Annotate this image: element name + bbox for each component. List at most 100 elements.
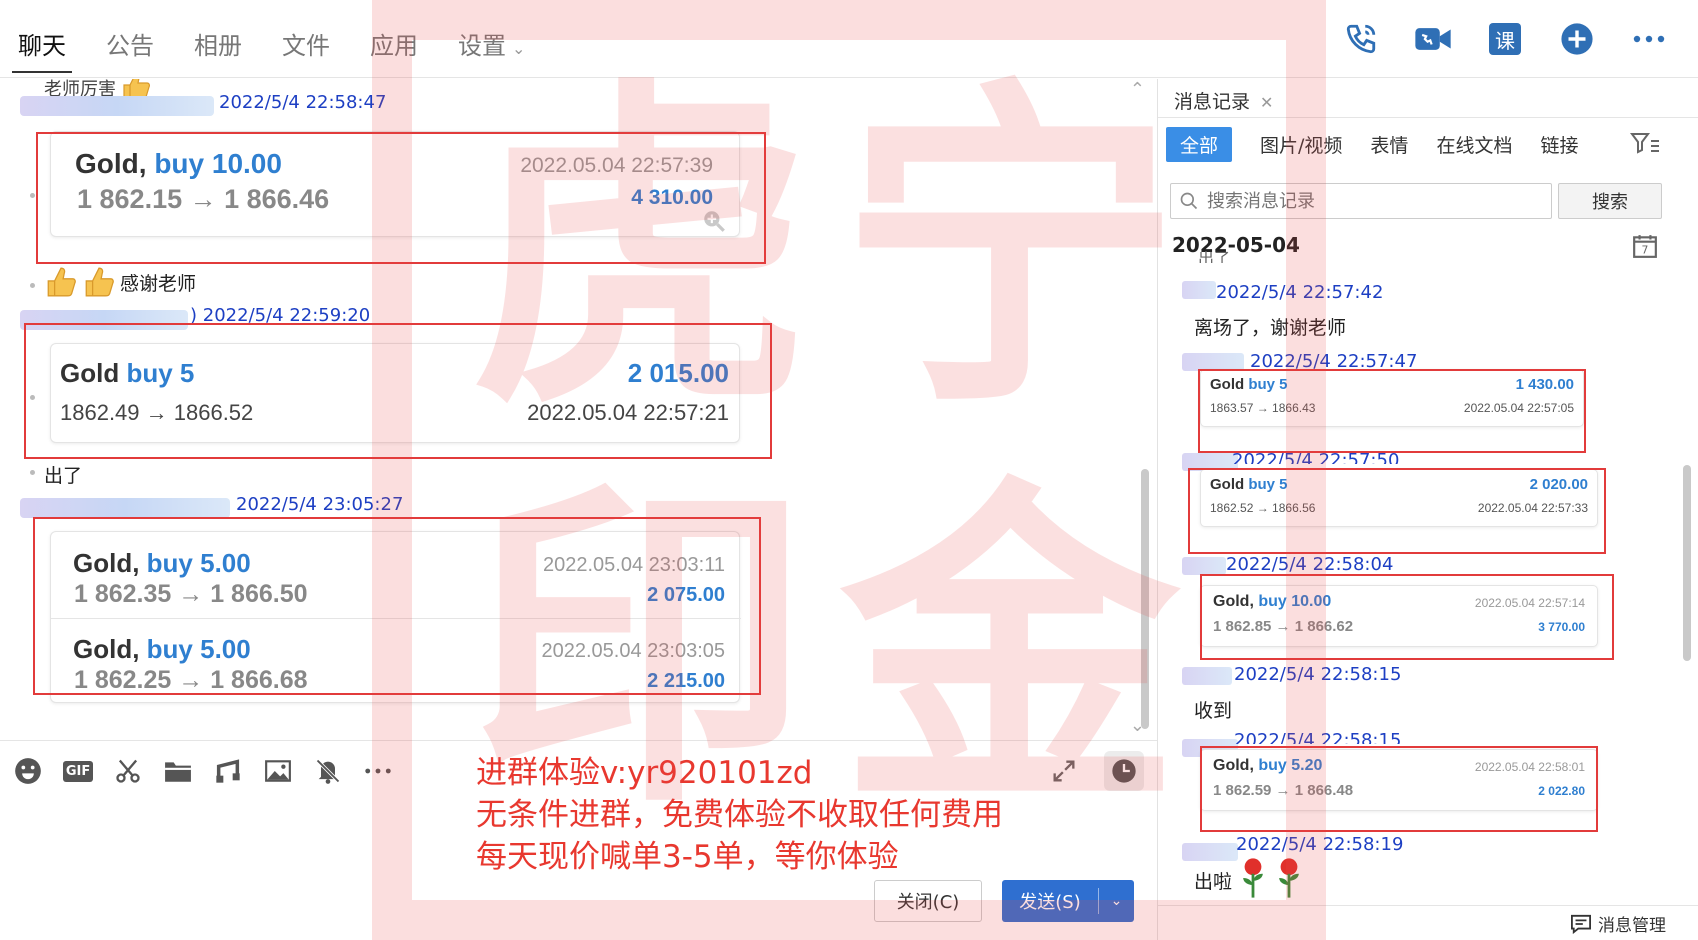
promo-line: 无条件进群，免费体验不收取任何费用 [476, 797, 1003, 833]
divider [1158, 117, 1698, 118]
mute-icon[interactable] [314, 757, 342, 785]
clock-icon[interactable] [1104, 751, 1144, 791]
search-button[interactable]: 搜索 [1558, 183, 1662, 219]
message-bullet [30, 470, 35, 475]
message-manage-button[interactable]: 消息管理 [1570, 911, 1666, 936]
toolbar-tools: GIF [14, 757, 392, 785]
more-icon[interactable] [364, 757, 392, 785]
collapse-down-icon[interactable]: ⌄ [1130, 715, 1145, 736]
history-filters: 全部 图片/视频 表情 在线文档 链接 [1166, 127, 1578, 162]
history-timestamp: 2022/5/4 22:57:50 [1232, 450, 1400, 464]
nav-tabs: 聊天 公告 相册 文件 应用 设置 ⌄ [12, 26, 525, 73]
tab-files[interactable]: 文件 [282, 26, 330, 61]
history-search-field[interactable] [1170, 183, 1552, 219]
image-icon[interactable] [264, 757, 292, 785]
tab-announcement[interactable]: 公告 [106, 26, 154, 61]
phone-icon[interactable] [1342, 20, 1380, 58]
message-text: 出了 [44, 465, 83, 487]
history-tab[interactable]: 消息记录 ✕ [1170, 87, 1277, 120]
chat-messages[interactable]: ⌃ 老师厉害 2022/5/4 22:58:47 Gold, buy 10.00… [0, 79, 1157, 739]
top-actions: 课 [1342, 20, 1668, 58]
history-text: 收到 [1194, 700, 1233, 722]
music-icon[interactable] [214, 757, 242, 785]
history-timestamp: 2022/5/4 22:58:15 [1234, 664, 1402, 685]
filter-icon[interactable] [1630, 131, 1660, 159]
close-button[interactable]: 关闭(C) [874, 880, 982, 922]
tab-label: 应用 [370, 32, 418, 60]
history-timestamp: 2022/5/4 22:58:04 [1226, 554, 1394, 575]
collapse-up-icon[interactable]: ⌃ [1130, 79, 1145, 100]
expand-icon[interactable] [1050, 757, 1078, 789]
highlight-box [24, 323, 772, 459]
message-manage-icon [1571, 914, 1591, 934]
gif-label: GIF [62, 760, 94, 782]
chevron-down-icon: ⌄ [512, 39, 526, 58]
folder-icon[interactable] [164, 757, 192, 785]
tab-label: 设置 [458, 32, 506, 60]
message-bullet [30, 193, 35, 198]
top-bar: 聊天 公告 相册 文件 应用 设置 ⌄ 课 [0, 0, 1698, 78]
highlight-box [1198, 369, 1586, 453]
filter-stickers[interactable]: 表情 [1370, 131, 1408, 158]
highlight-box [1200, 574, 1614, 660]
more-icon[interactable] [1630, 20, 1668, 58]
message-timestamp: 2022/5/4 23:05:27 [236, 494, 404, 515]
tab-apps[interactable]: 应用 [370, 26, 418, 61]
sender-name-blurred[interactable] [1182, 667, 1232, 685]
history-text: 出了 [1198, 251, 1231, 263]
promo-text: 进群体验v:yr920101zd 无条件进群，免费体验不收取任何费用 每天现价喊… [476, 752, 1003, 878]
history-timestamp: 2022/5/4 22:57:42 [1216, 282, 1384, 303]
message-timestamp: 2022/5/4 22:58:47 [219, 92, 387, 113]
history-timestamp: 2022/5/4 22:58:19 [1236, 834, 1404, 855]
filter-media[interactable]: 图片/视频 [1260, 131, 1342, 158]
tab-label: 相册 [194, 32, 242, 60]
course-label: 课 [1489, 23, 1521, 55]
history-timestamp: 2022/5/4 22:58:15 [1234, 730, 1402, 744]
history-text: 离场了，谢谢老师 [1194, 317, 1347, 339]
course-icon[interactable]: 课 [1486, 20, 1524, 58]
chat-scrollbar[interactable] [1141, 469, 1149, 729]
scissors-icon[interactable] [114, 757, 142, 785]
divider [1158, 905, 1698, 906]
tab-chat[interactable]: 聊天 [12, 26, 72, 73]
rose-icon [1274, 857, 1304, 904]
thumbs-up-icon [82, 265, 116, 299]
tab-label: 文件 [282, 32, 330, 60]
highlight-box [33, 517, 761, 695]
tab-label: 聊天 [18, 32, 66, 60]
history-date: 2022-05-04 [1172, 233, 1300, 257]
history-scrollbar[interactable] [1683, 465, 1691, 661]
sender-name-blurred[interactable] [20, 498, 230, 518]
promo-line: 每天现价喊单3-5单，等你体验 [476, 839, 899, 875]
filter-all[interactable]: 全部 [1166, 127, 1233, 162]
send-button[interactable]: 发送(S) ⌄ [1002, 880, 1134, 922]
history-tab-label: 消息记录 [1174, 91, 1251, 113]
history-search-input[interactable] [1207, 190, 1537, 212]
search-icon [1180, 192, 1198, 210]
highlight-box [36, 132, 766, 264]
highlight-box [1200, 746, 1598, 832]
calendar-day: 7 [1642, 244, 1649, 257]
calendar-icon[interactable]: 7 [1632, 233, 1658, 263]
filter-docs[interactable]: 在线文档 [1436, 131, 1512, 158]
tab-settings[interactable]: 设置 ⌄ [458, 26, 525, 61]
filter-links[interactable]: 链接 [1540, 131, 1578, 158]
sender-name-blurred[interactable] [1182, 557, 1226, 575]
history-text-content: 出啦 [1194, 871, 1233, 893]
add-circle-icon[interactable] [1558, 20, 1596, 58]
chevron-down-icon[interactable]: ⌄ [1099, 893, 1134, 909]
message-text: 感谢老师 [44, 265, 196, 299]
sender-name-blurred[interactable] [1182, 281, 1216, 299]
sender-name-blurred[interactable] [20, 96, 214, 116]
close-icon[interactable]: ✕ [1260, 93, 1273, 112]
thumbs-up-icon [44, 265, 78, 299]
gif-icon[interactable]: GIF [62, 757, 94, 785]
message-manage-label: 消息管理 [1598, 916, 1666, 936]
tab-album[interactable]: 相册 [194, 26, 242, 61]
video-icon[interactable] [1414, 20, 1452, 58]
rose-icon [1238, 857, 1268, 904]
tab-label: 公告 [106, 32, 154, 60]
emoji-icon[interactable] [14, 757, 42, 785]
message-history-panel: 消息记录✕ 全部 图片/视频 表情 在线文档 链接 搜索 2022-05-04 … [1157, 79, 1698, 940]
history-text: 出啦 [1194, 857, 1304, 904]
